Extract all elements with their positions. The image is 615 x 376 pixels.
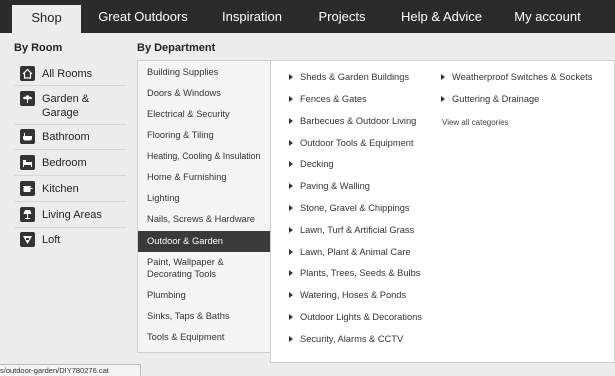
room-garden-garage[interactable]: Garden & Garage <box>14 86 126 125</box>
arrow-right-icon <box>289 292 293 298</box>
dept-label: Heating, Cooling & Insulation <box>147 151 261 161</box>
arrow-right-icon <box>289 270 293 276</box>
arrow-right-icon <box>289 161 293 167</box>
room-label: Bedroom <box>42 157 87 169</box>
bathroom-icon <box>20 129 35 144</box>
room-label: Kitchen <box>42 183 79 195</box>
arrow-right-icon <box>289 183 293 189</box>
arrow-right-icon <box>289 118 293 124</box>
dept-paint-wallpaper-decorating[interactable]: Paint, Wallpaper & Decorating Tools <box>138 253 270 283</box>
dept-electrical-security[interactable]: Electrical & Security <box>138 104 270 124</box>
room-label: Bathroom <box>42 131 90 143</box>
arrow-right-icon <box>289 140 293 146</box>
dept-plumbing[interactable]: Plumbing <box>138 285 270 305</box>
dept-label: Doors & Windows <box>147 88 221 98</box>
dept-flooring-tiling[interactable]: Flooring & Tiling <box>138 125 270 145</box>
kitchen-icon <box>20 181 35 196</box>
room-bathroom[interactable]: Bathroom <box>14 125 126 150</box>
status-bar-url: s/outdoor-garden/DIY780276.cat <box>0 364 141 376</box>
nav-tab-my-account[interactable]: My account <box>505 0 590 33</box>
top-navigation-bar: Shop Great Outdoors Inspiration Projects… <box>0 0 615 33</box>
dept-building-supplies[interactable]: Building Supplies <box>138 62 270 82</box>
arrow-right-icon <box>289 96 293 102</box>
dept-label: Home & Furnishing <box>147 172 227 182</box>
lamp-icon <box>20 207 35 222</box>
bed-icon <box>20 155 35 170</box>
dept-sinks-taps-baths[interactable]: Sinks, Taps & Baths <box>138 306 270 326</box>
dept-label: Paint, Wallpaper & Decorating Tools <box>147 257 224 279</box>
arrow-right-icon <box>289 227 293 233</box>
room-label: Living Areas <box>42 209 102 221</box>
room-bedroom[interactable]: Bedroom <box>14 150 126 176</box>
dept-label: Electrical & Security <box>147 109 230 119</box>
nav-tab-projects[interactable]: Projects <box>306 0 378 33</box>
loft-icon <box>20 232 35 247</box>
home-icon <box>20 66 35 81</box>
room-loft[interactable]: Loft <box>14 228 126 252</box>
arrow-right-icon <box>441 96 445 102</box>
dept-doors-windows[interactable]: Doors & Windows <box>138 83 270 103</box>
dept-label: Outdoor & Garden <box>147 236 223 246</box>
dept-label: Building Supplies <box>147 67 219 77</box>
arrow-right-icon <box>289 205 293 211</box>
dept-label: Plumbing <box>147 290 186 300</box>
arrow-right-icon <box>289 314 293 320</box>
arrow-right-icon <box>289 249 293 255</box>
dept-label: Sinks, Taps & Baths <box>147 311 230 321</box>
room-label: Loft <box>42 234 61 246</box>
by-department-heading: By Department <box>137 42 216 54</box>
arrow-right-icon <box>289 74 293 80</box>
nav-tab-help-advice[interactable]: Help & Advice <box>393 0 490 33</box>
view-all-categories-link[interactable]: View all categories <box>442 118 509 127</box>
by-room-heading: By Room <box>14 42 63 54</box>
room-label: Garden & Garage <box>42 93 90 119</box>
nav-tab-shop[interactable]: Shop <box>12 5 81 33</box>
garden-icon <box>20 91 35 106</box>
dept-heating-cooling-insulation[interactable]: Heating, Cooling & Insulation <box>138 146 270 166</box>
dept-home-furnishing[interactable]: Home & Furnishing <box>138 167 270 187</box>
room-all-rooms[interactable]: All Rooms <box>14 62 126 86</box>
dept-outdoor-garden[interactable]: Outdoor & Garden <box>138 231 270 252</box>
room-kitchen[interactable]: Kitchen <box>14 176 126 202</box>
dept-label: Lighting <box>147 193 180 203</box>
dept-lighting[interactable]: Lighting <box>138 188 270 208</box>
dept-label: Flooring & Tiling <box>147 130 214 140</box>
dept-nails-screws-hardware[interactable]: Nails, Screws & Hardware <box>138 209 270 229</box>
nav-tab-great-outdoors[interactable]: Great Outdoors <box>88 0 198 33</box>
arrow-right-icon <box>289 336 293 342</box>
dept-label: Nails, Screws & Hardware <box>147 214 255 224</box>
room-living-areas[interactable]: Living Areas <box>14 202 126 228</box>
dept-tools-equipment[interactable]: Tools & Equipment <box>138 327 270 347</box>
arrow-right-icon <box>441 74 445 80</box>
nav-tab-inspiration[interactable]: Inspiration <box>212 0 292 33</box>
room-label: All Rooms <box>42 68 93 80</box>
dept-label: Tools & Equipment <box>147 332 225 342</box>
